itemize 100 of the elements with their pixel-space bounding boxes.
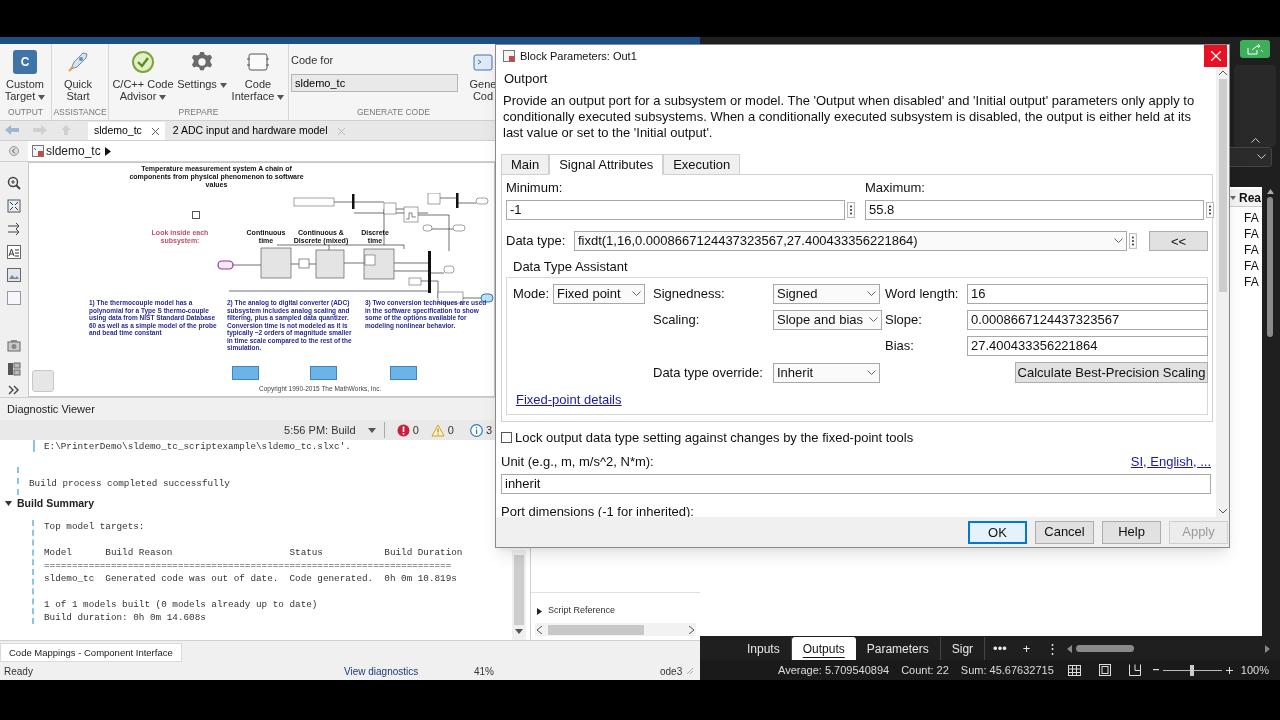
code-for-field[interactable]: sldemo_tc [291,73,458,92]
chevron-down-icon [869,317,878,323]
scroll-right-icon[interactable] [689,625,694,634]
field-label: Word length: [885,285,960,304]
more-options-icon[interactable] [1206,202,1214,218]
area-icon[interactable] [7,291,21,305]
section-heading: Outport [503,71,549,87]
input-field[interactable]: 55.8 [865,200,1204,220]
close-button[interactable] [1204,45,1227,67]
field-label: Scaling: [653,311,701,330]
quick-start-button[interactable]: Quick Start [53,49,103,102]
warning-count: 0 [447,422,454,438]
scroll-left-icon[interactable] [537,625,542,634]
sheet-tab[interactable]: Outputs [791,637,856,660]
dialog-button[interactable]: Help [1102,520,1161,544]
settings-button[interactable]: Settings [177,49,227,90]
collapse-icon[interactable] [1250,137,1260,143]
sheet-control[interactable]: ••• [985,637,1015,660]
collapse-button[interactable]: << [1148,230,1208,251]
table-cell-text: FA [1244,274,1259,291]
interface-button[interactable]: Code Interface [228,49,288,102]
status-text: Count: 22 [901,662,949,678]
input-field[interactable]: 16 [967,284,1208,304]
page-layout-icon[interactable] [1098,664,1111,676]
zoom-slider[interactable] [1152,664,1233,676]
zoom-in-icon[interactable] [7,176,21,190]
scroll-left-icon[interactable] [1067,644,1073,653]
dropdown[interactable]: Signed [773,284,880,304]
page-break-icon[interactable] [1128,664,1141,676]
dropdown[interactable]: Inherit [773,362,880,383]
scroll-down-icon[interactable] [1218,509,1227,514]
scroll-down-icon[interactable] [515,629,523,634]
breadcrumb-link[interactable]: sldemo_tc [46,142,101,160]
table-cell-text: FA [1244,210,1259,227]
close-icon[interactable] [151,127,159,135]
data-type-dropdown[interactable]: fixdt(1,16,0.0008667124437323567,27.400433356221864) [573,230,1128,251]
arrows-icon[interactable] [7,222,21,236]
input-field[interactable]: 27.400433356221864 [967,336,1208,356]
generate-icon [472,51,494,73]
fit-view-icon[interactable] [7,199,21,213]
share-icon [1247,43,1263,55]
scrollbar[interactable] [512,550,526,640]
column-header[interactable]: Rea [1230,189,1262,207]
scrollbar[interactable] [535,623,696,636]
scroll-up-icon[interactable] [1218,70,1227,75]
panel-section[interactable]: Script Reference [531,603,700,619]
property-icon[interactable] [7,362,21,376]
dialog-button[interactable]: OK [968,520,1027,544]
settings-tab[interactable]: Execution [663,154,741,175]
advisor-button[interactable]: C/C++ Code Advisor [110,49,176,102]
annotation-icon[interactable] [7,245,21,259]
image-icon[interactable] [7,268,21,282]
settings-tab[interactable]: Signal Attributes [549,154,664,175]
share-button[interactable] [1240,40,1270,58]
expand-icon[interactable] [8,385,20,395]
interface-icon [246,51,270,73]
close-icon [1210,51,1221,61]
status-text: Ready [4,664,34,679]
slider-thumb[interactable] [1190,664,1195,676]
log-line: Model Build Reason Status Build Duration [44,546,463,559]
zoom-in-icon[interactable] [1225,666,1233,674]
panel-tab[interactable]: Code Mappings - Component Interface [0,643,182,662]
chevron-down-icon [867,291,876,297]
dropdown[interactable]: Fixed point [553,284,645,304]
description-text: Provide an output port for a subsystem or model. The 'Output when disabled' and 'Initial output' parameters only apply to conditionally executed subsystems. When a conditionally executed subsystem is disabled, the output is either held at its last value or set to the 'Initial output'. [502,93,1196,141]
formula-bar[interactable] [1227,147,1272,167]
checkbox[interactable] [501,432,512,443]
check-icon [131,50,155,74]
generate-button[interactable]: Gene Cod [469,49,497,102]
dialog-button[interactable]: Cancel [1035,520,1094,544]
units-link[interactable]: SI, English, ... [1130,453,1211,470]
caret-icon [104,146,111,156]
calculate-button[interactable]: Calculate Best-Precision Scaling [1015,362,1208,383]
log-line: E:\PrinterDemo\sldemo_tc_scriptexample\sldemo_tc.slxc'. [44,440,351,453]
settings-tab[interactable]: Main [501,154,550,175]
section-toggle[interactable]: Build Summary [5,496,95,512]
field-label: Data type override: [653,363,764,382]
grid-view-icon[interactable] [1067,664,1081,676]
input-field[interactable]: -1 [506,200,845,220]
output-marker [33,440,35,452]
group-title: Data Type Assistant [512,259,629,275]
scrollbar[interactable] [1216,67,1229,517]
field-label: Slope: [885,311,923,330]
more-options-icon[interactable] [1129,232,1138,249]
input-field[interactable]: inherit [501,473,1211,494]
sheet-control[interactable]: ⋮ [1038,637,1068,660]
scroll-right-icon[interactable] [1265,644,1270,653]
dropdown[interactable]: Slope and bias [773,310,882,330]
input-field[interactable]: 0.0008667124437323567 [967,310,1208,330]
scroll-up-icon[interactable] [1266,189,1274,194]
diagnostics-link[interactable]: View diagnostics [344,663,474,679]
custom-target-button[interactable]: C Custom Target [1,49,49,102]
sheet-control[interactable]: + [1014,637,1039,660]
panel-title: Diagnostic Viewer [7,401,95,417]
camera-icon[interactable] [7,339,21,353]
log-line: Build process completed successfully [29,478,230,489]
run-dropdown[interactable]: 5:56 PM: Build [284,421,385,439]
more-options-icon[interactable] [847,202,855,218]
model-tab[interactable]: sldemo_tc [88,122,165,140]
details-link[interactable]: Fixed-point details [516,392,622,408]
